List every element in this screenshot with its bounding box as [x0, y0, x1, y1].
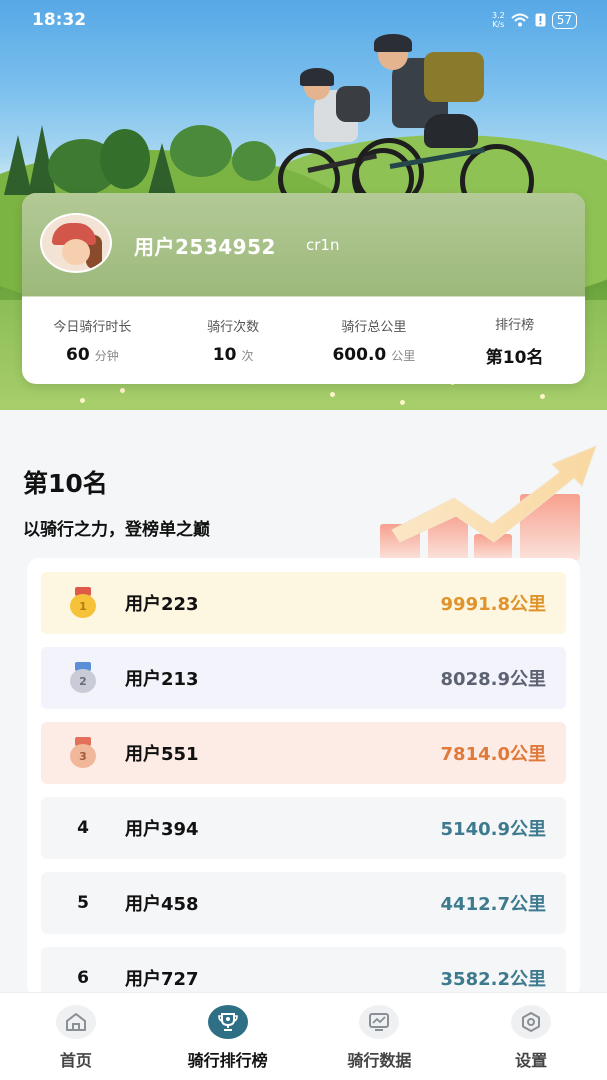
nav-home[interactable]: 首页 — [0, 993, 152, 1080]
avatar[interactable] — [40, 213, 112, 273]
leaderboard-row-4[interactable]: 4 用户394 5140.9公里 — [41, 797, 566, 859]
nav-settings[interactable]: 设置 — [455, 993, 607, 1080]
nav-leaderboard[interactable]: 骑行排行榜 — [152, 993, 304, 1080]
rider-distance: 5140.9公里 — [440, 819, 546, 840]
rider-name: 用户551 — [125, 744, 199, 765]
rider-name: 用户458 — [125, 894, 199, 915]
profile-header: 用户2534952 cr1n — [22, 193, 585, 297]
trophy-icon — [207, 1005, 248, 1039]
rider-name: 用户213 — [125, 669, 199, 690]
leaderboard-row-5[interactable]: 5 用户458 4412.7公里 — [41, 872, 566, 934]
user-id: cr1n — [306, 236, 340, 254]
rider-name: 用户223 — [125, 594, 199, 615]
battery-indicator: 57 — [551, 11, 577, 29]
stat-total-distance: 骑行总公里 600.0 公里 — [332, 320, 416, 365]
rider-distance: 9991.8公里 — [440, 594, 546, 615]
rider-name: 用户727 — [125, 969, 199, 990]
wifi-icon — [511, 13, 529, 27]
rank-number: 6 — [77, 968, 89, 988]
silver-medal-icon: 2 — [69, 662, 97, 694]
stat-ride-count: 骑行次数 10 次 — [207, 320, 260, 365]
leaderboard-row-1[interactable]: 1 用户223 9991.8公里 — [41, 572, 566, 634]
stats-row: 今日骑行时长 60 分钟 骑行次数 10 次 骑行总公里 600.0 公里 排行榜 第… — [22, 297, 585, 384]
status-bar: 18:32 3.2 K/s 57 — [0, 0, 607, 40]
leaderboard-row-3[interactable]: 3 用户551 7814.0公里 — [41, 722, 566, 784]
home-icon — [55, 1005, 96, 1039]
leaderboard-row-6[interactable]: 6 用户727 3582.2公里 — [41, 947, 566, 998]
growth-chart-illustration — [380, 445, 597, 560]
current-rank-title: 第10名 — [23, 469, 108, 498]
ranking-slogan: 以骑行之力，登榜单之巅 — [23, 520, 210, 540]
rider-name: 用户394 — [125, 819, 199, 840]
rank-number: 5 — [77, 893, 89, 913]
network-speed: 3.2 K/s — [491, 11, 505, 29]
chart-icon — [359, 1005, 400, 1039]
rider-distance: 3582.2公里 — [440, 969, 546, 990]
stat-today-duration: 今日骑行时长 60 分钟 — [53, 320, 132, 365]
cyclist-front — [340, 34, 540, 218]
alert-icon — [535, 13, 546, 27]
profile-card: 用户2534952 cr1n 今日骑行时长 60 分钟 骑行次数 10 次 骑行总公… — [22, 193, 585, 384]
rank-number: 4 — [77, 818, 89, 838]
bronze-medal-icon: 3 — [69, 737, 97, 769]
status-icons: 3.2 K/s 57 — [492, 11, 577, 29]
rider-distance: 8028.9公里 — [440, 669, 546, 690]
leaderboard-row-2[interactable]: 2 用户213 8028.9公里 — [41, 647, 566, 709]
rider-distance: 7814.0公里 — [440, 744, 546, 765]
leaderboard-list: 1 用户223 9991.8公里 2 用户213 8028.9公里 3 用户55… — [27, 558, 580, 998]
status-time: 18:32 — [32, 10, 87, 30]
settings-icon — [511, 1005, 552, 1039]
stat-leaderboard-rank: 排行榜 第10名 — [485, 317, 544, 368]
gold-medal-icon: 1 — [69, 587, 97, 619]
username: 用户2534952 — [134, 235, 276, 259]
tree-line — [0, 115, 280, 195]
bottom-navigation: 首页 骑行排行榜 骑行数据 设置 — [0, 992, 607, 1080]
rider-distance: 4412.7公里 — [440, 894, 546, 915]
nav-riding-data[interactable]: 骑行数据 — [304, 993, 456, 1080]
